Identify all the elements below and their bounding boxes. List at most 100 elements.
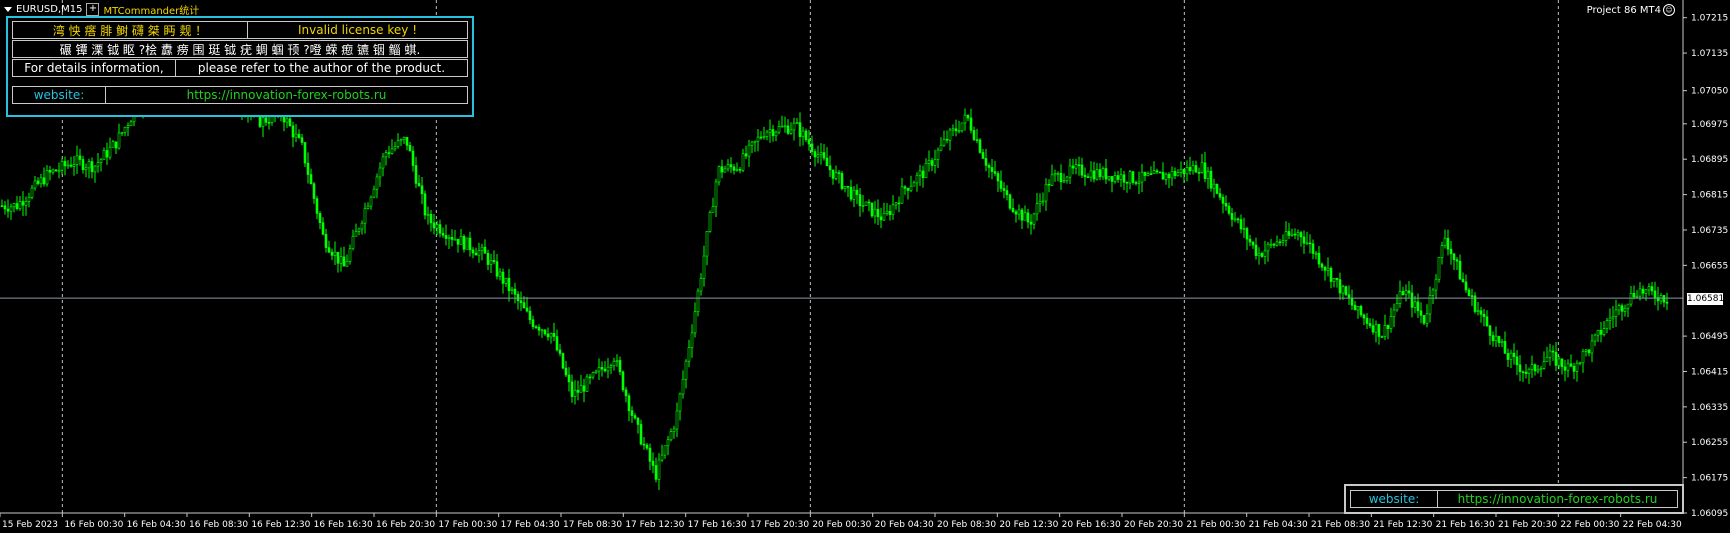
candle-body [378, 167, 382, 178]
candle-body [1323, 266, 1327, 271]
candle-body [1239, 219, 1243, 230]
candle-body [1653, 290, 1657, 298]
candle-body [1611, 316, 1615, 319]
candle-body [363, 208, 367, 224]
candle-body [726, 164, 730, 170]
candle-body [1401, 291, 1405, 296]
candle-body [576, 389, 580, 393]
candle-body [381, 156, 385, 169]
chart-symbol-bar: EURUSD,M15 + MTCommander统计 [4, 2, 199, 17]
chart-menu-triangle-icon[interactable] [4, 6, 12, 12]
candle-body [1563, 366, 1567, 371]
candle-body [1299, 232, 1303, 238]
candle-body [1554, 351, 1558, 366]
price-tick-label: 1.06415 [1691, 367, 1728, 377]
candle-body [357, 228, 361, 232]
candle-body [81, 159, 85, 171]
website-footer-label: website: [1351, 491, 1438, 507]
candle-body [1377, 324, 1381, 337]
candle-body [1263, 250, 1267, 257]
time-tick-label: 22 Feb 04:30 [1623, 520, 1682, 530]
candle-body [93, 165, 97, 173]
candle-body [1647, 286, 1651, 291]
candle-body [405, 136, 409, 146]
candle-body [1590, 340, 1594, 354]
candle-body [330, 251, 334, 256]
candle-body [1269, 243, 1273, 246]
candle-body [390, 148, 394, 154]
candle-body [1320, 263, 1324, 268]
candle-body [663, 445, 667, 456]
candle-body [1452, 253, 1456, 261]
candle-body [552, 333, 556, 337]
website-footer-url-link[interactable]: https://innovation-forex-robots.ru [1438, 491, 1677, 507]
candle-body [1530, 364, 1534, 370]
candle-body [735, 169, 739, 171]
candle-body [738, 169, 742, 171]
candle-body [1602, 328, 1606, 335]
candle-body [762, 136, 766, 138]
candle-body [600, 367, 604, 370]
candle-body [1044, 183, 1048, 202]
candle-body [1092, 170, 1096, 180]
candle-body [531, 319, 535, 327]
candle-body [981, 152, 985, 159]
candle-body [438, 224, 442, 234]
candle-body [630, 410, 634, 416]
candle-body [54, 169, 58, 172]
candle-body [1488, 325, 1492, 336]
candle-body [771, 129, 775, 137]
candle-body [1311, 243, 1315, 254]
candle-body [1482, 313, 1486, 318]
candle-body [717, 166, 721, 183]
candle-body [1194, 165, 1198, 173]
candle-body [294, 133, 298, 138]
candle-body [864, 201, 868, 206]
time-tick-label: 17 Feb 12:30 [625, 520, 684, 530]
candle-body [492, 259, 496, 262]
price-tick-label: 1.06335 [1691, 403, 1728, 413]
candle-body [1119, 174, 1123, 180]
candle-body [915, 174, 919, 184]
candle-body [609, 365, 613, 368]
candle-body [720, 166, 724, 173]
candle-body [789, 129, 793, 134]
candle-body [1113, 175, 1117, 182]
candle-body [570, 381, 574, 397]
candle-body [579, 385, 583, 393]
time-tick-label: 20 Feb 20:30 [1124, 520, 1183, 530]
time-tick-label: 17 Feb 04:30 [501, 520, 560, 530]
candle-body [1368, 323, 1372, 326]
website-url-link[interactable]: https://innovation-forex-robots.ru [106, 87, 467, 103]
candle-body [714, 181, 718, 207]
candle-body [876, 208, 880, 218]
candle-body [1407, 290, 1411, 294]
candle-body [12, 203, 16, 208]
candle-body [1539, 368, 1543, 371]
candle-body [1215, 183, 1219, 194]
candle-body [867, 201, 871, 204]
candle-body [1395, 303, 1399, 311]
candle-body [15, 203, 19, 210]
candle-body [957, 130, 961, 133]
add-indicator-button[interactable]: + [86, 2, 100, 16]
candle-body [1617, 305, 1621, 311]
candle-body [1254, 244, 1258, 257]
candle-body [495, 261, 499, 277]
candle-body [753, 140, 757, 143]
candle-body [384, 152, 388, 158]
candle-body [441, 232, 445, 236]
candle-body [297, 133, 301, 139]
candle-body [519, 300, 523, 303]
candle-body [1425, 313, 1429, 324]
candle-body [444, 234, 448, 239]
candle-body [825, 157, 829, 167]
candle-body [879, 216, 883, 221]
candle-body [78, 155, 82, 160]
candle-body [1065, 176, 1069, 181]
candle-body [1353, 304, 1357, 311]
time-tick-label: 21 Feb 00:30 [1186, 520, 1245, 530]
candle-body [66, 164, 70, 167]
candle-body [540, 329, 544, 332]
candle-body [1230, 213, 1234, 220]
